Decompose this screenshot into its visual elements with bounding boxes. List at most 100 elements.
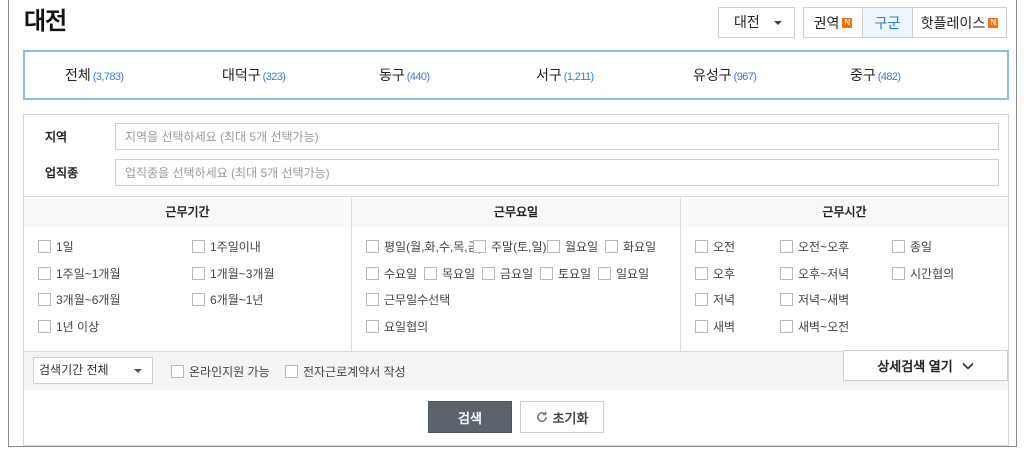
checkbox[interactable] [780,266,793,280]
period-option-1-week-to-1-month[interactable]: 1주일~1개월 [38,265,192,282]
option-label: 금요일 [500,266,534,281]
time-option-evening[interactable]: 저녁 [695,291,780,308]
checkbox[interactable] [366,319,379,333]
checkbox[interactable] [424,266,437,280]
time-option-dawn-to-morning[interactable]: 새벽~오전 [780,318,892,335]
checkbox[interactable] [780,239,793,253]
work-hours-column: 근무시간 오전 오전~오후 종일 오후 오후~저녁 시간협의 저녁 저녁~새벽 [680,197,1008,351]
checkbox[interactable] [695,293,708,307]
period-option-within-1-week[interactable]: 1주일이내 [192,238,346,255]
checkbox[interactable] [366,293,379,307]
checkbox[interactable] [38,293,51,307]
work-hours-header: 근무시간 [681,197,1008,227]
day-option-weekend[interactable]: 주말(토,일) [473,238,547,255]
checkbox[interactable] [598,266,611,280]
day-option-monday[interactable]: 월요일 [547,238,605,255]
caret-down-icon [134,369,142,373]
checkbox[interactable] [285,364,298,378]
checkbox[interactable] [366,266,379,280]
region-input[interactable] [115,123,999,150]
time-option-afternoon[interactable]: 오후 [695,265,780,282]
checkbox[interactable] [192,239,205,253]
district-count: (482) [877,71,901,83]
page-title: 대전 [24,8,67,35]
checkbox[interactable] [38,319,51,333]
district-item-seo[interactable]: 서구 (1,211) [496,52,653,98]
day-option-saturday[interactable]: 토요일 [540,265,598,282]
search-period-select[interactable]: 검색기간 전체 [33,357,153,384]
time-option-morning-to-afternoon[interactable]: 오전~오후 [780,238,892,255]
day-option-thursday[interactable]: 목요일 [424,265,482,282]
tab-region-zone[interactable]: 권역 N [804,8,862,37]
city-select[interactable]: 대전 [718,7,795,38]
option-label: 월요일 [565,239,599,254]
option-label: 종일 [910,239,933,254]
period-option-1-to-3-months[interactable]: 1개월~3개월 [192,265,346,282]
option-label: 토요일 [558,266,592,281]
district-item-daedeok[interactable]: 대덕구 (323) [182,52,339,98]
time-option-all-day[interactable]: 종일 [892,238,932,255]
district-list: 전체 (3,783) 대덕구 (323) 동구 (440) 서구 (1,211) 유성구… [23,50,1009,100]
tab-district[interactable]: 구군 [862,8,912,37]
detail-search-toggle-button[interactable]: 상세검색 열기 [843,350,1008,381]
district-item-jung[interactable]: 중구 (482) [810,52,967,98]
day-option-weekdays[interactable]: 평일(월,화,수,목,금) [366,238,483,255]
checkbox[interactable] [38,266,51,280]
reset-button[interactable]: 초기화 [520,401,604,433]
period-option-over-1-year[interactable]: 1년 이상 [38,318,192,335]
checkbox[interactable] [892,239,905,253]
checkbox[interactable] [892,266,905,280]
checkbox[interactable] [695,239,708,253]
time-option-negotiable[interactable]: 시간협의 [892,265,954,282]
day-option-select-day-count[interactable]: 근무일수선택 [366,291,450,308]
checkbox[interactable] [695,319,708,333]
time-option-dawn[interactable]: 새벽 [695,318,780,335]
district-item-dong[interactable]: 동구 (440) [339,52,496,98]
checkbox[interactable] [540,266,553,280]
job-category-input[interactable] [115,159,999,186]
e-contract-wrapper: 전자근로계약서 작성 [285,352,406,390]
district-item-yuseong[interactable]: 유성구 (967) [653,52,810,98]
work-period-column: 근무기간 1일 1주일이내 1주일~1개월 1개월~3개월 3개월~6개월 6개… [24,197,351,351]
checkbox[interactable] [547,239,560,253]
search-button-label: 검색 [458,410,482,426]
checkbox[interactable] [473,239,486,253]
option-label: 온라인지원 가능 [189,364,270,379]
time-option-evening-to-dawn[interactable]: 저녁~새벽 [780,291,892,308]
day-option-negotiable[interactable]: 요일협의 [366,318,428,335]
district-item-all[interactable]: 전체 (3,783) [25,52,182,98]
day-option-tuesday[interactable]: 화요일 [605,238,663,255]
option-label: 오후 [713,266,736,281]
option-label: 새벽 [713,319,736,334]
time-option-morning[interactable]: 오전 [695,238,780,255]
option-label: 수요일 [384,266,418,281]
option-label: 전자근로계약서 작성 [303,364,406,379]
option-label: 저녁~새벽 [798,293,850,308]
search-button[interactable]: 검색 [428,401,512,433]
online-apply-checkbox-option[interactable]: 온라인지원 가능 [171,352,270,390]
day-option-friday[interactable]: 금요일 [482,265,540,282]
checkbox[interactable] [171,364,184,378]
checkbox[interactable] [38,239,51,253]
checkbox[interactable] [695,266,708,280]
district-name: 유성구 [693,67,732,83]
checkbox[interactable] [780,293,793,307]
period-option-6-months-to-1-year[interactable]: 6개월~1년 [192,291,346,308]
checkbox[interactable] [605,239,618,253]
period-option-3-to-6-months[interactable]: 3개월~6개월 [38,291,192,308]
checkbox[interactable] [780,319,793,333]
e-contract-checkbox-option[interactable]: 전자근로계약서 작성 [285,352,406,390]
city-select-value: 대전 [734,14,760,30]
period-option-1-day[interactable]: 1일 [38,238,192,255]
day-option-sunday[interactable]: 일요일 [598,265,656,282]
day-option-wednesday[interactable]: 수요일 [366,265,424,282]
checkbox[interactable] [192,266,205,280]
tab-hotplace[interactable]: 핫플레이스 N [912,8,1006,37]
option-label: 1주일이내 [210,239,261,254]
time-option-afternoon-to-evening[interactable]: 오후~저녁 [780,265,892,282]
option-label: 새벽~오전 [798,319,850,334]
checkbox[interactable] [366,239,379,253]
checkbox[interactable] [192,293,205,307]
checkbox[interactable] [482,266,495,280]
online-apply-wrapper: 온라인지원 가능 [171,352,270,390]
